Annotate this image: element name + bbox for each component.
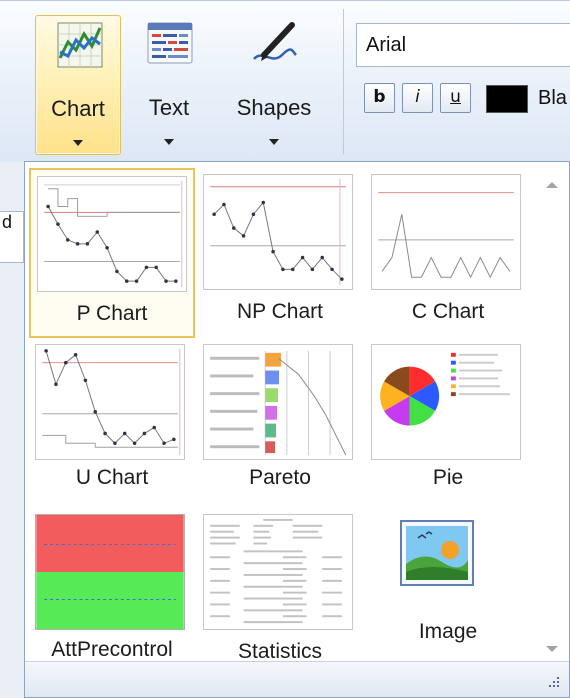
gallery-scrollbar[interactable]	[535, 162, 569, 662]
shapes-button[interactable]: Shapes	[231, 15, 317, 155]
background-field-text: d	[2, 212, 13, 232]
p-chart-thumbnail	[37, 176, 187, 292]
resize-grip-icon[interactable]	[547, 675, 561, 689]
scroll-up-arrow-icon[interactable]	[546, 182, 558, 188]
font-name-value: Arial	[366, 34, 407, 56]
gallery-item-pie[interactable]: Pie	[365, 338, 531, 508]
chart-dropdown-arrow-icon	[73, 140, 83, 146]
image-icon	[400, 520, 474, 586]
gallery-item-label: Pareto	[249, 466, 311, 489]
bold-button[interactable]: b	[364, 83, 395, 113]
gallery-item-c-chart[interactable]: C Chart	[365, 168, 531, 338]
ribbon: Chart Text Shapes Arial b i u Bla	[0, 0, 570, 162]
scroll-down-arrow-icon[interactable]	[546, 646, 558, 652]
gallery-item-label: C Chart	[411, 300, 485, 323]
gallery-item-label: Image	[418, 620, 478, 643]
gallery-item-attprecontrol[interactable]: AttPrecontrol	[29, 508, 195, 678]
gallery-footer	[25, 661, 569, 697]
ribbon-group-separator	[343, 9, 344, 154]
attprecontrol-thumbnail	[35, 514, 185, 630]
u-chart-thumbnail	[35, 344, 185, 460]
shapes-button-label: Shapes	[236, 95, 312, 120]
gallery-item-image[interactable]: Image	[365, 508, 531, 678]
font-name-combo[interactable]: Arial	[356, 23, 570, 67]
gallery-item-label: U Chart	[75, 466, 149, 489]
gallery-item-pareto[interactable]: Pareto	[197, 338, 363, 508]
text-dropdown-arrow-icon	[164, 139, 174, 145]
gallery-item-label: NP Chart	[237, 300, 323, 323]
np-chart-thumbnail	[203, 174, 353, 290]
font-color-name: Bla	[538, 87, 567, 109]
gallery-item-statistics[interactable]: Statistics	[197, 508, 363, 678]
text-button[interactable]: Text	[126, 15, 212, 155]
pen-icon	[253, 22, 297, 61]
italic-button[interactable]: i	[402, 83, 433, 113]
font-color-swatch[interactable]	[486, 85, 528, 113]
shapes-dropdown-arrow-icon	[269, 139, 279, 145]
pareto-thumbnail	[203, 344, 353, 460]
chart-gallery-dropdown: P Chart NP Chart C Chart U Chart Pareto …	[24, 161, 570, 698]
c-chart-thumbnail	[371, 174, 521, 290]
gallery-item-p-chart[interactable]: P Chart	[29, 168, 195, 338]
pie-thumbnail	[371, 344, 521, 460]
text-icon	[147, 22, 193, 64]
chart-icon	[57, 22, 103, 68]
text-button-label: Text	[148, 95, 190, 120]
gallery-item-label: Pie	[432, 466, 464, 489]
chart-button-label: Chart	[51, 96, 105, 121]
gallery-item-label: P Chart	[76, 302, 148, 325]
gallery-item-u-chart[interactable]: U Chart	[29, 338, 195, 508]
gallery-item-label: AttPrecontrol	[51, 638, 173, 661]
statistics-thumbnail	[203, 514, 353, 630]
underline-button[interactable]: u	[440, 83, 471, 113]
chart-button[interactable]: Chart	[35, 15, 121, 155]
gallery-item-np-chart[interactable]: NP Chart	[197, 168, 363, 338]
